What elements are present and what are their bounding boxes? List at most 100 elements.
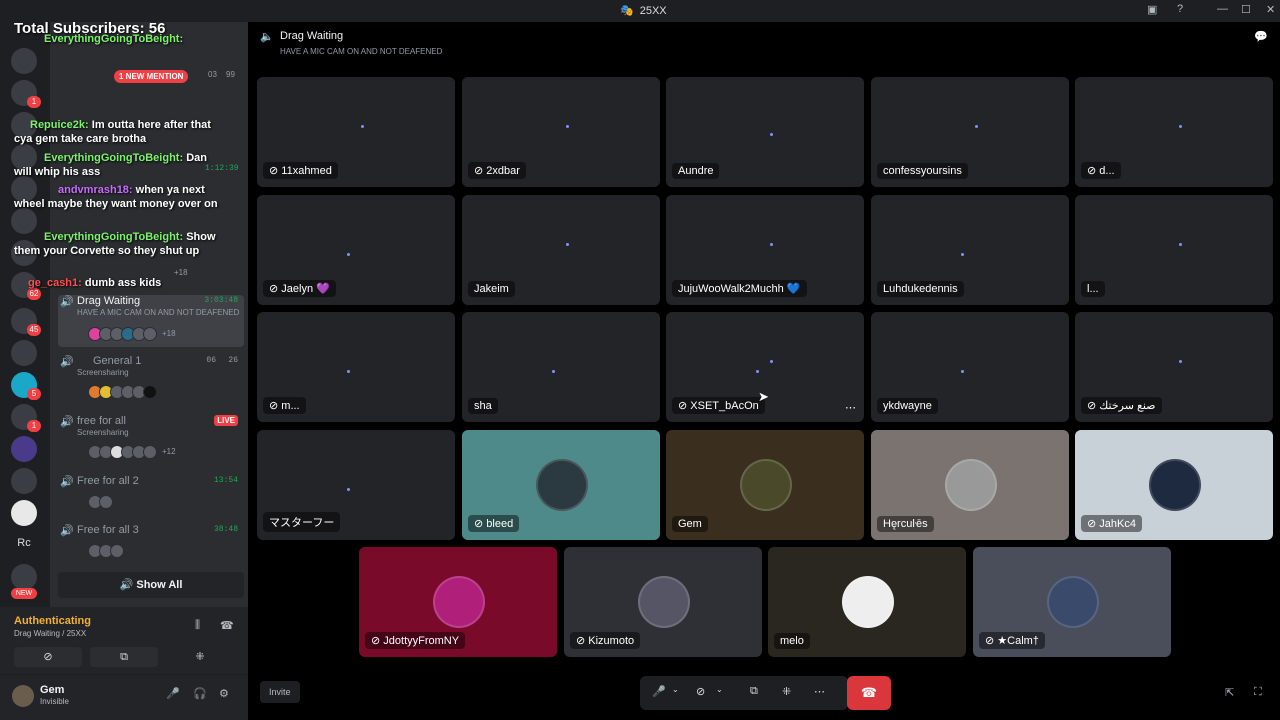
new-mention-pill[interactable]: 1 NEW MENTION [114,70,189,83]
microphone-icon[interactable]: 🎤 [166,687,180,700]
participant-tile[interactable]: ⊘ bleed [462,430,660,540]
speaker-icon: 🔊 [60,356,74,368]
help-icon[interactable]: ? [1177,3,1183,15]
chevron-down-icon[interactable]: ⌄ [716,685,723,694]
disconnect-icon[interactable]: ☎ [220,619,234,632]
chat-message: EverythingGoingToBeight: Dan will whip h… [14,152,207,178]
avatar [740,459,792,511]
server-icon[interactable] [11,500,37,526]
username[interactable]: Gem [40,684,64,696]
voice-channel-drag-waiting[interactable]: 🔊 Drag Waiting HAVE A MIC CAM ON AND NOT… [58,295,244,347]
server-icon[interactable] [11,436,37,462]
participant-tile[interactable]: ⊘ 2xdbar [462,77,660,187]
popout-icon[interactable]: ⇱ [1225,686,1234,699]
server-icon[interactable] [11,468,37,494]
participant-tile[interactable]: confessyoursins [871,77,1069,187]
participant-tile[interactable]: ⊘ JahKc4 [1075,430,1273,540]
more-options-icon[interactable]: ⋯ [845,401,856,414]
chevron-down-icon[interactable]: ⌄ [672,685,679,694]
mic-muted-icon: ⊘ [371,635,384,647]
speaker-icon: 🔈 [260,31,274,43]
server-icon[interactable] [11,340,37,366]
participant-tile[interactable]: ⊘ 11xahmed [257,77,455,187]
activities-button[interactable]: ⁜ [166,647,234,667]
server-logo-icon: 🎭 [620,5,634,17]
participant-tile[interactable]: Gem [666,430,864,540]
invite-button[interactable]: Invite [260,681,300,703]
maximize-button[interactable]: ☐ [1241,3,1251,16]
control-group: 🎤 ⌄ ⊘ ⌄ ⧉ ⁜ ⋯ [640,676,848,710]
participant-label: ⊘ 11xahmed [263,162,338,179]
participant-tile[interactable]: マスターフー [257,430,455,540]
chat-bubble-icon[interactable]: 💬 [1254,30,1268,43]
participant-tile[interactable]: ykdwayne [871,312,1069,422]
more-options-icon[interactable]: ⋯ [814,685,825,698]
channel-header: 🔈 Drag Waiting HAVE A MIC CAM ON AND NOT… [250,22,1280,62]
server-rc[interactable]: Rc [11,537,37,549]
participant-tile[interactable]: ⊘ ★Calm† [973,547,1171,657]
connection-location[interactable]: Drag Waiting / 25XX [14,629,86,638]
mouse-cursor: ➤ [758,389,769,404]
avatar[interactable] [12,685,34,707]
participant-label: Hęrcuŀēs [877,516,934,532]
participant-label: l... [1081,281,1105,297]
server-icon[interactable]: 5 [11,372,41,400]
participant-tile[interactable]: JujuWooWalk2Muchh 💙 [666,195,864,305]
screenshare-button[interactable]: ⧉ [90,647,158,667]
fullscreen-icon[interactable]: ⛶ [1254,686,1262,699]
participant-tile[interactable]: ⊘ صنع سرختك [1075,312,1273,422]
leave-call-button[interactable]: ☎ [847,676,891,710]
noise-suppression-icon[interactable]: ⫼ [195,619,200,632]
close-button[interactable]: ✕ [1266,3,1275,16]
minimize-button[interactable]: — [1217,3,1228,15]
inbox-icon[interactable]: ▣ [1147,3,1157,16]
participant-tile[interactable]: ⊘ m... [257,312,455,422]
microphone-icon[interactable]: 🎤 [652,685,666,698]
window-title: 🎭 25XX [620,4,667,18]
participant-label: ⊘ d... [1081,162,1121,179]
participant-tile[interactable]: Hęrcuŀēs [871,430,1069,540]
voice-channel-general-1[interactable]: 🔊 General 1 Screensharing 06 26 [58,355,244,400]
participant-tile[interactable]: Luhdukedennis [871,195,1069,305]
mic-muted-icon: ⊘ [1087,400,1100,412]
voice-channel-free-for-all[interactable]: 🔊 free for all Screensharing LIVE +12 [58,415,244,460]
camera-off-icon[interactable]: ⊘ [696,685,705,698]
headphones-icon[interactable]: 🎧 [193,687,207,700]
hangup-icon: ☎ [860,685,878,700]
live-badge: LIVE [214,415,238,426]
participant-label: sha [468,398,498,414]
server-icon[interactable]: 1 [11,404,41,432]
participant-label: ⊘ JdottyyFromNY [365,632,466,649]
participant-tile[interactable]: l... [1075,195,1273,305]
participant-tile[interactable]: melo [768,547,966,657]
camera-off-button[interactable]: ⊘ [14,647,82,667]
channel-avatars: +12 [88,445,176,459]
server-icon[interactable] [11,564,37,590]
settings-gear-icon[interactable]: ⚙ [219,687,229,700]
mic-muted-icon: ⊘ [474,518,487,530]
participant-tile[interactable]: Aundre [666,77,864,187]
avatar [433,576,485,628]
participant-label: ykdwayne [877,398,938,414]
participant-tile[interactable]: Jakeim [462,195,660,305]
avatar [536,459,588,511]
participant-tile[interactable]: ⊘ JdottyyFromNY [359,547,557,657]
participant-tile[interactable]: ⊘ d... [1075,77,1273,187]
participant-tile[interactable]: ⊘ Kizumoto [564,547,762,657]
speaker-icon: 🔊 [60,476,74,488]
participant-tile[interactable]: ⊘ Jaelyn 💜 [257,195,455,305]
stream-chat-overlay: Total Subscribers: 56 EverythingGoingToB… [0,8,248,298]
screenshare-icon[interactable]: ⧉ [750,685,758,698]
avatar [638,576,690,628]
server-icon[interactable]: 45 [11,308,41,336]
voice-channel-free-for-all-3[interactable]: 🔊 Free for all 3 38:48 [58,524,244,564]
participant-tile[interactable]: sha [462,312,660,422]
chat-message: EverythingGoingToBeight: [44,33,184,45]
show-all-button[interactable]: 🔊 Show All [58,572,244,598]
mic-muted-icon: ⊘ [269,283,282,295]
participant-label: JujuWooWalk2Muchh 💙 [672,280,807,297]
activities-icon[interactable]: ⁜ [782,685,791,698]
voice-channel-free-for-all-2[interactable]: 🔊 Free for all 2 13:54 [58,475,244,515]
user-status: Invisible [40,697,69,706]
participant-tile[interactable]: ⊘ XSET_bAcOn ⋯ [666,312,864,422]
